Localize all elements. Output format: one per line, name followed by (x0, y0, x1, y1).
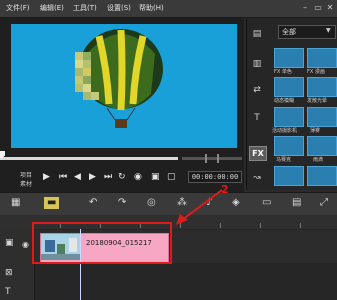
clip-label[interactable]: 素材 (20, 179, 32, 188)
menu-settings[interactable]: 设置(S) (107, 3, 131, 13)
volume-icon[interactable]: ◉ (134, 172, 142, 182)
title-track-icon[interactable]: T (5, 287, 11, 297)
filter-thumb[interactable] (274, 136, 304, 156)
menu-tools[interactable]: 工具(T) (73, 3, 97, 13)
menu-file[interactable]: 文件(F) (6, 3, 30, 13)
filter-thumb-label: 发散光晕 (307, 98, 328, 104)
menu-bar: 文件(F) 编辑(E) 工具(T) 设置(S) 帮助(H) – ▭ ✕ (0, 0, 337, 18)
ruler-tick (300, 223, 301, 228)
filter-thumb[interactable] (274, 48, 304, 68)
filter-thumb-label: 薄雾 (310, 128, 321, 134)
filter-thumb[interactable] (307, 77, 337, 97)
fullscreen-icon[interactable]: ▢ (167, 172, 176, 182)
fx-filter-icon[interactable]: FX (249, 146, 267, 161)
filter-thumb-label: FX 漫画 (307, 69, 325, 75)
overlay-track-icon[interactable]: ⊠ (5, 268, 13, 278)
path-icon[interactable]: ↝ (250, 172, 264, 184)
next-frame-icon[interactable]: ▶ (89, 172, 96, 182)
record-icon[interactable]: ◎ (147, 197, 156, 209)
chevron-down-icon[interactable]: ▼ (326, 27, 331, 34)
instant-project-icon[interactable]: ▥ (250, 58, 264, 70)
annotation-highlight-box (32, 222, 172, 264)
ruler-tick (260, 223, 261, 228)
mark-in-icon[interactable] (205, 154, 207, 163)
transition-icon[interactable]: ⇄ (250, 84, 264, 96)
minimize-icon[interactable]: – (300, 3, 310, 13)
timeline-view-icon[interactable]: ▬ (44, 197, 60, 209)
timecode-display[interactable]: 00:00:00:00 (188, 171, 242, 183)
undo-icon[interactable]: ↶ (89, 197, 97, 209)
filter-thumb-label: 雨滴 (313, 157, 324, 163)
media-icon[interactable]: ▤ (250, 28, 264, 40)
filter-thumb[interactable] (307, 107, 337, 127)
motion-tracking-icon[interactable]: ◈ (232, 197, 240, 209)
balloon-image (11, 24, 237, 148)
filter-thumb[interactable] (274, 166, 304, 186)
repeat-icon[interactable]: ↻ (118, 172, 126, 182)
storyboard-view-icon[interactable]: ▦ (11, 197, 20, 209)
title-icon[interactable]: T (250, 112, 264, 124)
go-end-icon[interactable]: ⏭ (104, 172, 112, 182)
maximize-icon[interactable]: ▭ (313, 3, 323, 13)
category-value: 全部 (282, 28, 296, 36)
preview-screen (11, 24, 237, 148)
callout-arrow-icon (176, 189, 223, 225)
prev-frame-icon[interactable]: ◀ (74, 172, 81, 182)
library-panel (246, 18, 337, 190)
filter-thumb-label: 动态模糊 (274, 98, 295, 104)
menu-help[interactable]: 帮助(H) (139, 3, 164, 13)
filter-thumb[interactable] (307, 136, 337, 156)
fit-icon[interactable]: ⤢ (320, 197, 328, 209)
track-visibility-icon[interactable]: ◉ (22, 240, 29, 249)
filter-thumb[interactable] (307, 48, 337, 68)
filter-thumb-label: 活动摄影机 (272, 128, 298, 134)
go-start-icon[interactable]: ⏮ (59, 172, 67, 182)
close-icon[interactable]: ✕ (325, 3, 335, 13)
redo-icon[interactable]: ↷ (118, 197, 126, 209)
subtitle-editor-icon[interactable]: ▭ (262, 197, 271, 209)
hd-preview-icon[interactable]: ▣ (151, 172, 160, 182)
filter-thumb[interactable] (307, 166, 337, 186)
filter-thumb-label: FX 单色 (274, 69, 292, 75)
video-track-icon[interactable]: ▣ (5, 238, 14, 248)
multicam-icon[interactable]: ▤ (292, 197, 301, 209)
project-label[interactable]: 项目 (20, 170, 32, 179)
filter-thumb[interactable] (274, 77, 304, 97)
scrub-bar[interactable] (0, 157, 178, 160)
mark-out-icon[interactable] (217, 154, 219, 163)
filter-thumb-label: 马赛克 (276, 157, 292, 163)
play-icon[interactable]: ▶ (43, 172, 50, 182)
scrub-bar-remaining (182, 157, 242, 160)
filter-thumb[interactable] (274, 107, 304, 127)
menu-edit[interactable]: 编辑(E) (40, 3, 64, 13)
